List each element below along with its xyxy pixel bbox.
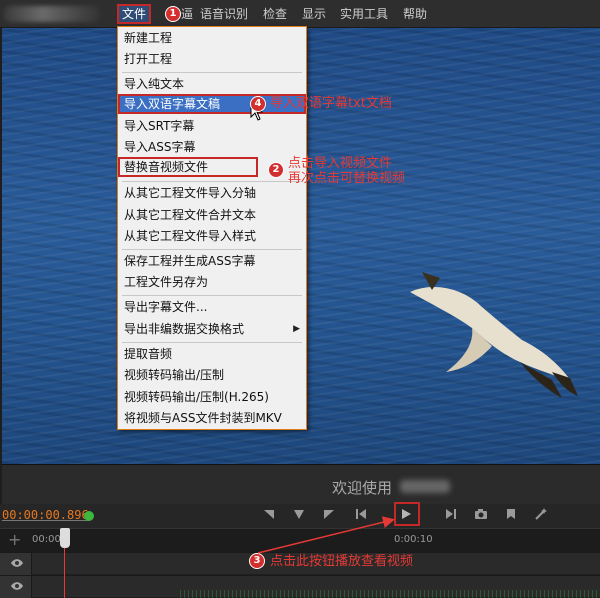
menu-bar: 文件 逼 语音识别 检查 显示 实用工具 帮助 — [0, 0, 600, 28]
submenu-arrow-icon: ▶ — [293, 324, 300, 334]
magic-wand-icon[interactable] — [533, 508, 549, 524]
playhead-line — [64, 548, 65, 598]
menu-transcode[interactable]: 视频转码输出/压制 — [118, 365, 306, 385]
menu-merge-text[interactable]: 从其它工程文件合并文本 — [118, 205, 306, 225]
menu-save-as[interactable]: 工程文件另存为 — [118, 272, 306, 292]
annotation-note-3: 点击此按钮播放查看视频 — [270, 554, 414, 569]
file-menu-dropdown: 新建工程 打开工程 导入纯文本 导入双语字幕文稿 导入SRT字幕 导入ASS字幕… — [117, 26, 307, 430]
step-down-icon[interactable] — [291, 508, 307, 524]
annotation-note-2b: 再次点击可替换视频 — [288, 171, 406, 186]
next-icon[interactable] — [443, 508, 459, 524]
tick-label-10s: 0:00:10 — [394, 534, 433, 545]
annotation-badge-4: 4 — [250, 96, 266, 112]
audio-waveform — [180, 590, 600, 598]
menu-import-plain-text[interactable]: 导入纯文本 — [118, 74, 306, 94]
menu-export-nle-label: 导出非编数据交换格式 — [124, 322, 245, 336]
menu-view[interactable]: 显示 — [299, 4, 329, 24]
eye-icon[interactable] — [10, 581, 24, 591]
menu-separator — [122, 249, 302, 250]
menu-replace-av[interactable]: 替换音视频文件 — [118, 157, 258, 177]
playhead-handle[interactable] — [60, 528, 70, 548]
tick-label-start: 00:00 — [32, 534, 61, 545]
menu-new-project[interactable]: 新建工程 — [118, 28, 306, 48]
menu-export-nle[interactable]: 导出非编数据交换格式 ▶ — [118, 319, 306, 339]
camera-icon[interactable] — [473, 508, 489, 524]
menu-mux-mkv[interactable]: 将视频与ASS文件封装到MKV — [118, 408, 306, 428]
bookmark-icon[interactable] — [503, 508, 519, 524]
menu-speech-recognition[interactable]: 语音识别 — [197, 4, 251, 24]
menu-check[interactable]: 检查 — [260, 4, 290, 24]
menu-save-generate-ass[interactable]: 保存工程并生成ASS字幕 — [118, 251, 306, 271]
blurred-app-title — [4, 6, 100, 22]
play-button-highlight — [394, 502, 420, 526]
welcome-bar: 欢迎使用 — [2, 464, 600, 504]
track-header — [0, 553, 32, 575]
annotation-badge-3: 3 — [249, 553, 265, 569]
menu-import-styles[interactable]: 从其它工程文件导入样式 — [118, 226, 306, 246]
annotation-badge-2: 2 — [268, 162, 284, 178]
menu-separator — [122, 295, 302, 296]
menu-import-ass[interactable]: 导入ASS字幕 — [118, 137, 306, 157]
menu-tools[interactable]: 实用工具 — [337, 4, 391, 24]
menu-separator — [122, 181, 302, 182]
menu-file[interactable]: 文件 — [117, 4, 152, 24]
menu-extract-audio[interactable]: 提取音频 — [118, 344, 306, 364]
menu-import-timing[interactable]: 从其它工程文件导入分轴 — [118, 183, 306, 203]
annotation-note-4: 导入双语字幕txt文档 — [270, 96, 392, 111]
blurred-app-name — [400, 480, 450, 493]
mark-end-icon[interactable] — [321, 508, 337, 524]
menu-export-subtitles[interactable]: 导出字幕文件... — [118, 297, 306, 317]
menu-separator — [122, 72, 302, 73]
mark-start-icon[interactable] — [261, 508, 277, 524]
track-header — [0, 576, 32, 598]
annotation-badge-1: 1 — [165, 6, 181, 22]
eye-icon[interactable] — [10, 558, 24, 568]
annotation-note-2a: 点击导入视频文件 — [288, 156, 393, 171]
menu-open-project[interactable]: 打开工程 — [118, 49, 306, 69]
timeline-ruler[interactable]: + 00:00 0:00:10 — [0, 528, 600, 552]
transport-bar: 00:00:00.896 — [0, 504, 600, 528]
menu-transcode-h265[interactable]: 视频转码输出/压制(H.265) — [118, 387, 306, 407]
welcome-text: 欢迎使用 — [332, 479, 393, 497]
previous-icon[interactable] — [353, 508, 369, 524]
menu-separator — [122, 342, 302, 343]
menu-help[interactable]: 帮助 — [400, 4, 430, 24]
menu-import-srt[interactable]: 导入SRT字幕 — [118, 116, 306, 136]
timecode-display[interactable]: 00:00:00.896 — [2, 508, 89, 522]
status-indicator — [84, 511, 94, 521]
add-track-icon[interactable]: + — [8, 532, 21, 548]
bird-image — [410, 272, 578, 398]
